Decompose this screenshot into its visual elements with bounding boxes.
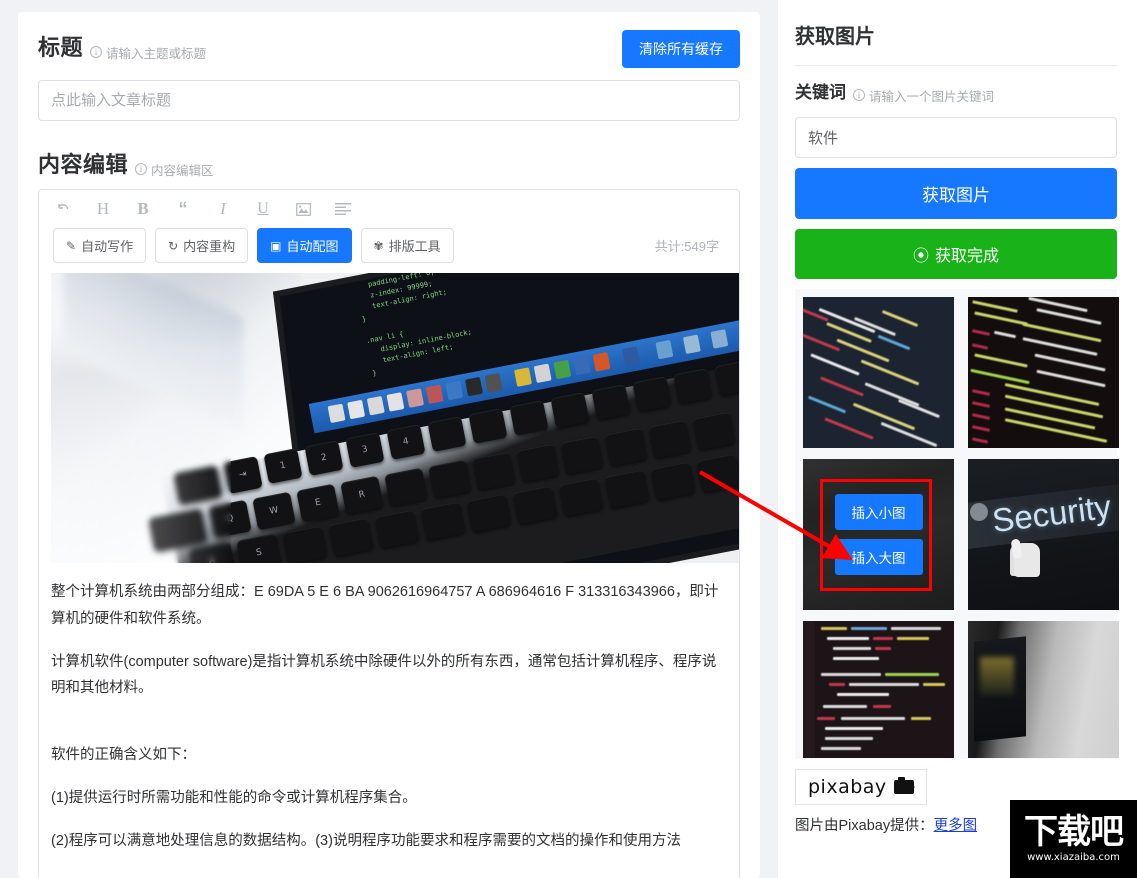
thumbnail-image [968,296,1119,448]
thumbnail-image [803,296,954,448]
thumbnail-security-sign[interactable]: Security [968,458,1119,610]
site-watermark: 下载吧 www.xiazaiba.com [1010,800,1137,878]
title-label-block: 标题 i 请输入主题或标题 [38,22,206,62]
bold-icon[interactable]: B [133,199,153,219]
body-paragraph: 整个计算机系统由两部分组成：E 69DA 5 E 6 BA 9062616964… [51,584,719,627]
auto-write-label: 自动写作 [81,239,134,254]
word-count: 共计:549字 [654,239,719,254]
thumbnail-image [803,620,954,758]
fetch-images-button[interactable]: 获取图片 [795,167,1117,219]
insert-large-image-button[interactable]: 插入大图 [834,538,923,575]
application-root: 标题 i 请输入主题或标题 清除所有缓存 内容编辑 i 内容编辑区 [0,0,1137,878]
thumbnail-code-dark-blue[interactable] [803,296,954,448]
content-label-block: 内容编辑 i 内容编辑区 [38,139,740,179]
watermark-text: 下载吧 [1024,813,1124,851]
pencil-icon: ✎ [66,238,77,253]
content-section-title: 内容编辑 [38,152,129,177]
italic-icon[interactable]: I [213,199,233,219]
title-hint-text: 请输入主题或标题 [106,46,207,61]
info-icon: i [135,163,148,175]
thumbnail-code-dark-red[interactable] [968,296,1119,448]
page-title: 标题 [38,35,84,60]
more-images-link[interactable]: 更多图 [934,818,978,834]
align-icon[interactable] [333,199,353,219]
body-paragraph: (1)提供运行时所需功能和性能的命令或计算机程序集合。 [51,790,417,807]
thumbnail-hover-overlay: 插入小图 插入大图 [803,458,954,610]
fetch-done-label: 获取完成 [935,247,1000,265]
camera-icon [893,776,915,794]
panel-title: 获取图片 [795,26,875,48]
title-header-row: 标题 i 请输入主题或标题 清除所有缓存 [38,22,740,68]
keyword-input[interactable] [795,116,1117,158]
auto-image-button[interactable]: ▣ 自动配图 [257,228,352,263]
rich-text-editor: H B “ I U ✎ 自动写作 ↻ 内容重构 ▣ 自动配图 ✾ 排版工具 共计… [38,189,740,878]
content-hint-text: 内容编辑区 [151,163,214,178]
check-circle-icon: ⦿ [912,247,929,265]
fetch-done-button[interactable]: ⦿ 获取完成 [795,228,1117,279]
keyword-hint-text: 请输入一个图片关键词 [869,89,995,104]
typesetting-tool-button[interactable]: ✾ 排版工具 [360,228,454,263]
thumbnail-grid: 插入小图 插入大图 Security [795,288,1119,759]
editor-content-area[interactable]: padding-left: 0; z-index: 99999; text-al… [39,273,739,855]
info-icon: i [853,89,865,101]
auto-image-label: 自动配图 [286,239,339,254]
image-icon[interactable] [293,199,313,219]
image-credit-prefix: 图片由Pixabay提供： [795,817,934,834]
auto-write-button[interactable]: ✎ 自动写作 [53,228,147,263]
image-frame-icon: ▣ [270,238,282,253]
body-paragraph: (2)程序可以满意地处理信息的数据结构。(3)说明程序功能要求和程序需要的文档的… [51,832,681,849]
image-fetch-panel: 获取图片 关键词 i 请输入一个图片关键词 获取图片 ⦿ 获取完成 [778,0,1137,878]
underline-icon[interactable]: U [253,199,273,219]
photo-keyboard: ⇥ 1 2 3 4 Q W E R A S [51,273,739,563]
laptop-photo: padding-left: 0; z-index: 99999; text-al… [51,273,739,563]
watermark-url: www.xiazaiba.com [1027,852,1120,863]
thumbnail-code-editor[interactable] [803,620,954,758]
heading-icon[interactable]: H [93,199,113,219]
info-icon: i [90,46,103,58]
content-hint: i 内容编辑区 [135,160,214,179]
thumbnail-image [968,620,1119,758]
body-paragraph: 软件的正确含义如下： [51,747,196,764]
clear-cache-button[interactable]: 清除所有缓存 [622,30,740,68]
article-title-input[interactable] [38,80,740,121]
palette-icon: ✾ [373,238,384,253]
title-hint: i 请输入主题或标题 [90,43,206,62]
keyword-label: 关键词 [795,83,846,102]
panel-divider [795,65,1117,66]
quote-icon[interactable]: “ [173,199,193,219]
editor-column: 标题 i 请输入主题或标题 清除所有缓存 内容编辑 i 内容编辑区 [0,0,778,878]
pixabay-wordmark: pixabay [808,775,887,798]
content-restructure-button[interactable]: ↻ 内容重构 [155,228,249,263]
refresh-icon: ↻ [168,238,179,253]
editor-icon-toolbar: H B “ I U [39,190,739,224]
thumbnail-image: Security [968,458,1119,610]
thumbnail-laptop-keyboard-hovered[interactable]: 插入小图 插入大图 [803,458,954,610]
typesetting-tool-label: 排版工具 [388,239,441,254]
thumbnail-bright-laptop[interactable] [968,620,1119,758]
insert-small-image-button[interactable]: 插入小图 [834,493,923,530]
editor-card: 标题 i 请输入主题或标题 清除所有缓存 内容编辑 i 内容编辑区 [18,12,760,878]
body-paragraph: 计算机软件(computer software)是指计算机系统中除硬件以外的所有… [51,653,717,697]
editor-action-toolbar: ✎ 自动写作 ↻ 内容重构 ▣ 自动配图 ✾ 排版工具 共计:549字 [39,224,739,273]
keyword-label-row: 关键词 i 请输入一个图片关键词 [795,78,1117,105]
content-restructure-label: 内容重构 [183,239,236,254]
keyword-hint: i 请输入一个图片关键词 [853,86,994,105]
undo-icon[interactable] [53,199,73,219]
pixabay-logo: pixabay [795,768,927,805]
